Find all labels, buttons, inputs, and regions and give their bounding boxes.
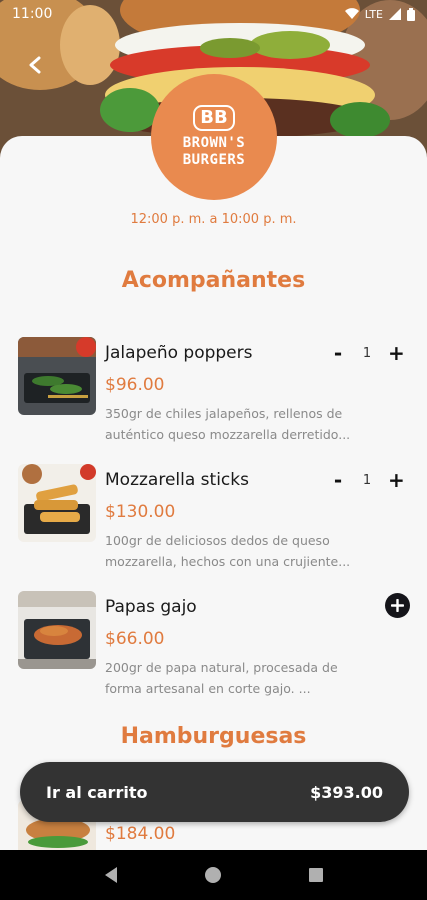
item-description-line: forma artesanal en corte gajo. ...	[105, 681, 311, 696]
go-to-cart-button[interactable]: Ir al carrito $393.00	[20, 762, 409, 822]
section-title-acompanantes: Acompañantes	[121, 268, 306, 293]
cart-total: $393.00	[310, 782, 383, 802]
item-description-line: 350gr de chiles jalapeños, rellenos de	[105, 406, 343, 421]
nav-recents-icon[interactable]	[308, 867, 324, 883]
item-image	[18, 337, 96, 415]
quantity-stepper: - 1 +	[330, 343, 405, 363]
item-description: 200gr de papa natural, procesada de form…	[105, 657, 395, 699]
plus-icon	[391, 599, 404, 612]
decrease-button[interactable]: -	[330, 343, 346, 363]
item-name: Mozzarella sticks	[105, 470, 249, 490]
item-image	[18, 464, 96, 542]
quantity-value: 1	[362, 472, 372, 488]
item-image	[18, 591, 96, 669]
menu-item[interactable]: Papas gajo $66.00 200gr de papa natural,…	[18, 591, 410, 701]
status-bar: 11:00 LTE	[0, 0, 427, 28]
logo-mark: BB	[193, 105, 235, 131]
network-label: LTE	[364, 7, 383, 21]
increase-button[interactable]: +	[388, 343, 405, 363]
item-price: $66.00	[105, 629, 165, 649]
item-price: $96.00	[105, 375, 165, 395]
item-description: 350gr de chiles jalapeños, rellenos de a…	[105, 403, 395, 445]
item-name: Papas gajo	[105, 597, 197, 617]
logo-name-line2: BURGERS	[182, 152, 246, 168]
battery-icon	[407, 7, 415, 21]
nav-back-icon[interactable]	[103, 866, 119, 884]
add-button[interactable]	[385, 593, 410, 618]
logo-name-line1: BROWN'S	[182, 135, 246, 151]
section-title-hamburguesas: Hamburguesas	[120, 724, 307, 749]
item-price: $184.00	[105, 824, 176, 844]
system-navigation-bar	[0, 850, 427, 900]
back-button[interactable]	[18, 48, 52, 82]
quantity-value: 1	[362, 345, 372, 361]
decrease-button[interactable]: -	[330, 470, 346, 490]
item-description-line: auténtico queso mozzarella derretido...	[105, 427, 351, 442]
signal-icon	[389, 8, 401, 20]
back-arrow-icon	[29, 56, 41, 74]
item-name: Jalapeño poppers	[105, 343, 253, 363]
item-description-line: 100gr de deliciosos dedos de queso	[105, 533, 330, 548]
restaurant-logo: BB BROWN'S BURGERS	[151, 74, 277, 200]
menu-item[interactable]: Jalapeño poppers - 1 + $96.00 350gr de c…	[18, 337, 410, 447]
nav-home-icon[interactable]	[204, 866, 222, 884]
quantity-stepper: - 1 +	[330, 470, 405, 490]
item-price: $130.00	[105, 502, 176, 522]
cart-label: Ir al carrito	[46, 782, 148, 802]
item-description: 100gr de deliciosos dedos de queso mozza…	[105, 530, 395, 572]
increase-button[interactable]: +	[388, 470, 405, 490]
opening-hours: 12:00 p. m. a 10:00 p. m.	[130, 212, 297, 227]
wifi-icon	[344, 8, 359, 19]
item-description-line: 200gr de papa natural, procesada de	[105, 660, 338, 675]
menu-item[interactable]: Mozzarella sticks - 1 + $130.00 100gr de…	[18, 464, 410, 574]
item-description-line: mozzarella, hechos con una crujiente...	[105, 554, 351, 569]
status-time: 11:00	[12, 6, 53, 22]
